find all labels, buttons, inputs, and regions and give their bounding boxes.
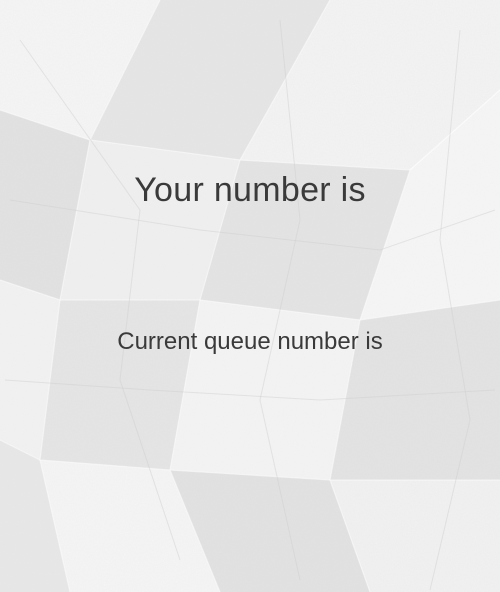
your-number-value [0,222,500,278]
queue-display: Your number is Current queue number is [0,0,500,592]
current-queue-value [0,366,500,410]
current-queue-label: Current queue number is [117,328,383,355]
your-number-label: Your number is [134,171,366,209]
